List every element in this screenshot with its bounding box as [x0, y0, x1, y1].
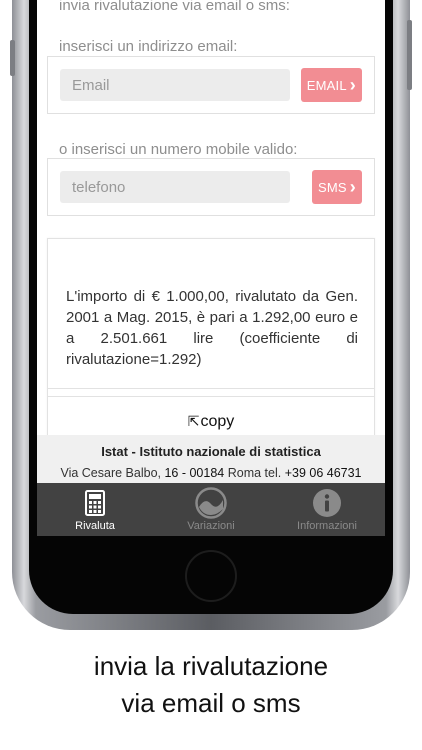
- calculator-icon: [37, 488, 153, 518]
- email-button-label: EMAIL: [306, 77, 347, 93]
- power-button: [407, 20, 412, 90]
- tab-label: Rivaluta: [75, 520, 115, 532]
- share-icon: ⇱: [187, 413, 200, 429]
- app-screen: invia rivalutazione via email o sms: ins…: [37, 0, 385, 536]
- sms-button-label: SMS: [318, 179, 347, 195]
- address-number: 16 - 00184: [164, 466, 225, 480]
- copy-label: copy: [200, 413, 235, 430]
- address-city: Roma tel.: [224, 466, 285, 480]
- phone-label: o inserisci un numero mobile valido:: [59, 141, 298, 158]
- email-label: inserisci un indirizzo email:: [59, 38, 238, 55]
- footer: Istat - Istituto nazionale di statistica…: [37, 435, 385, 483]
- phone-row: telefono SMS ›: [47, 158, 375, 216]
- caption-line-1: invia la rivalutazione: [93, 651, 329, 681]
- divider: [48, 396, 374, 397]
- tab-rivaluta[interactable]: Rivaluta: [37, 483, 153, 536]
- email-send-button[interactable]: EMAIL ›: [300, 68, 362, 102]
- sms-send-button[interactable]: SMS ›: [312, 170, 362, 204]
- phone-field[interactable]: telefono: [60, 171, 290, 203]
- email-row: Email EMAIL ›: [47, 56, 375, 114]
- copy-button[interactable]: ⇱copy: [48, 413, 374, 431]
- divider: [48, 388, 374, 389]
- send-instructions: invia rivalutazione via email o sms:: [59, 0, 290, 14]
- tab-informazioni[interactable]: Informazioni: [269, 483, 385, 536]
- info-icon: [269, 488, 385, 518]
- footer-address: Via Cesare Balbo, 16 - 00184 Roma tel. +…: [37, 466, 385, 480]
- volume-button: [10, 40, 15, 76]
- address-street: Via Cesare Balbo,: [60, 466, 165, 480]
- tab-label: Variazioni: [187, 520, 235, 532]
- caption-line-2: via email o sms: [121, 688, 301, 718]
- chevron-right-icon: ›: [349, 176, 356, 197]
- email-field[interactable]: Email: [60, 69, 290, 101]
- home-button[interactable]: [185, 550, 237, 602]
- phone-number[interactable]: +39 06 46731: [285, 466, 362, 480]
- footer-title: Istat - Istituto nazionale di statistica: [101, 444, 321, 459]
- tab-bar: Rivaluta Variazioni Informazioni: [37, 483, 385, 536]
- tab-variazioni[interactable]: Variazioni: [153, 483, 269, 536]
- tab-label: Informazioni: [297, 520, 357, 532]
- result-text: L'importo di € 1.000,00, rivalutato da G…: [66, 288, 358, 368]
- gauge-icon: [153, 487, 269, 519]
- chevron-right-icon: ›: [349, 74, 356, 95]
- result-card: L'importo di € 1.000,00, rivalutato da G…: [47, 238, 375, 443]
